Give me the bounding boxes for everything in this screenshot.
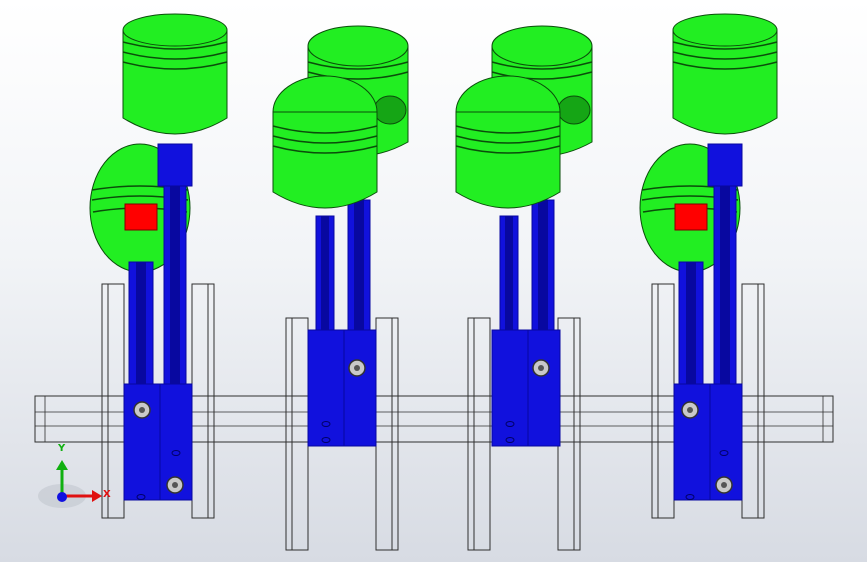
rod-front-cylinder-2[interactable] (315, 215, 335, 333)
x-axis-label: X (103, 489, 111, 500)
selected-face[interactable] (124, 203, 158, 231)
rod-cap-cylinder-3[interactable] (491, 329, 561, 447)
rod-rear-cylinder-2[interactable] (347, 199, 371, 341)
rod-front-cylinder-3[interactable] (499, 215, 519, 333)
rod-rear-cylinder-1[interactable] (128, 261, 154, 391)
rod-rear-cylinder-3[interactable] (531, 199, 555, 341)
y-axis-arrowhead (56, 460, 68, 470)
x-axis-arrowhead (92, 490, 102, 502)
rod-cap-cylinder-2[interactable] (307, 329, 377, 447)
crankshaft-assembly[interactable] (0, 0, 867, 562)
rod-cap-cylinder-1[interactable] (123, 383, 193, 501)
piston-front-cylinder-2[interactable] (272, 75, 378, 209)
z-axis-dot (57, 492, 67, 502)
rod-rear-cylinder-4[interactable] (678, 261, 704, 391)
piston-front-cylinder-3[interactable] (455, 75, 561, 209)
piston-front-cylinder-4[interactable] (672, 13, 778, 135)
model-viewport[interactable]: Y X (0, 0, 867, 562)
rod-cap-cylinder-4[interactable] (673, 383, 743, 501)
selected-face[interactable] (674, 203, 708, 231)
y-axis-label: Y (58, 443, 66, 454)
rod-front-cylinder-4[interactable] (707, 143, 743, 407)
axis-triad (38, 460, 102, 508)
cylinder-3[interactable] (455, 25, 593, 551)
piston-front-cylinder-1[interactable] (122, 13, 228, 135)
rod-front-cylinder-1[interactable] (157, 143, 193, 407)
cylinder-2[interactable] (272, 25, 409, 551)
